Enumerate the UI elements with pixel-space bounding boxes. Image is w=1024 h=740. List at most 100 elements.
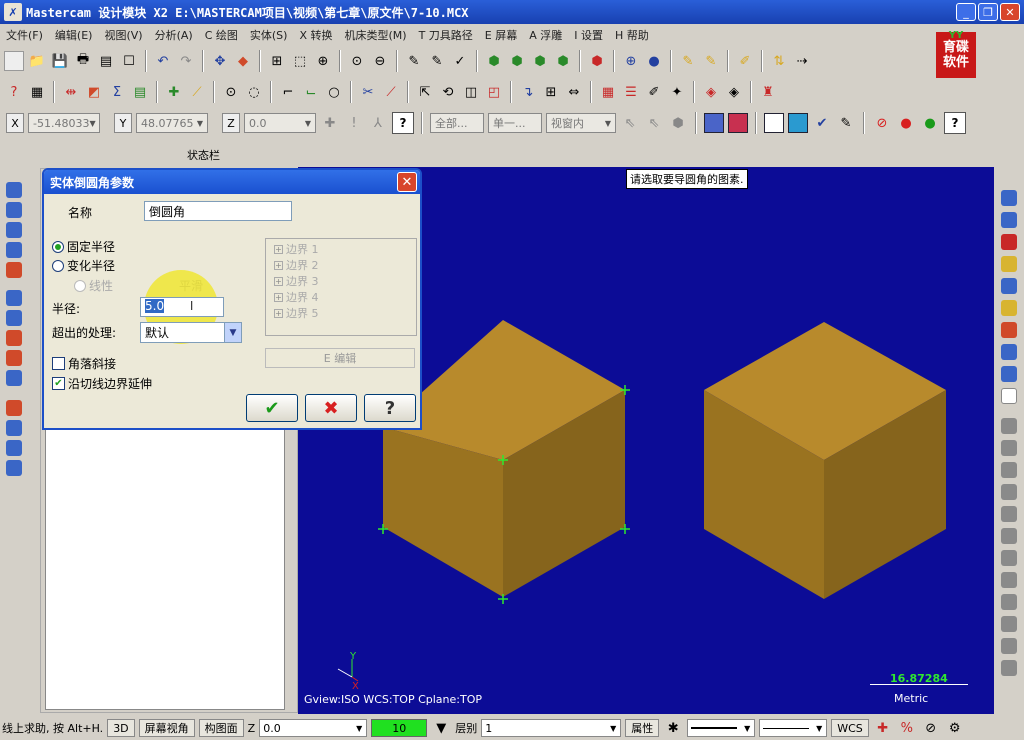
mru-gray-8-icon[interactable] <box>1001 572 1017 588</box>
solid-edge-icon[interactable] <box>764 113 784 133</box>
menu-create[interactable]: C 绘图 <box>199 27 244 43</box>
mru-revolve-icon[interactable] <box>1001 212 1017 228</box>
overflow-select[interactable]: 默认 ▼ <box>140 322 242 343</box>
line-icon[interactable]: ⟋ <box>187 82 207 102</box>
view-tool-icon[interactable]: ✓ <box>450 51 470 71</box>
save-icon[interactable]: 💾 <box>50 51 70 71</box>
mru-gray-11-icon[interactable] <box>1001 638 1017 654</box>
print-icon[interactable]: 🖶 <box>73 51 93 71</box>
solid-select-icon[interactable] <box>704 113 724 133</box>
break-icon[interactable]: ⟋ <box>381 82 401 102</box>
circle-icon[interactable]: ⊙ <box>221 82 241 102</box>
mru-page-icon[interactable] <box>1001 388 1017 404</box>
check-select-icon[interactable]: ✔ <box>812 113 832 133</box>
cplane-icon[interactable]: ⬢ <box>587 51 607 71</box>
mru-gray-9-icon[interactable] <box>1001 594 1017 610</box>
y-coordinate-input[interactable]: 48.07765 ▼ <box>136 113 208 133</box>
globe-icon[interactable]: ⊕ <box>621 51 641 71</box>
extrude-icon[interactable] <box>6 182 22 198</box>
mru-gray-4-icon[interactable] <box>1001 484 1017 500</box>
select-cube-icon[interactable]: ⬢ <box>668 113 688 133</box>
cube-right[interactable] <box>704 322 946 599</box>
sum-icon[interactable]: Σ <box>107 82 127 102</box>
menu-screen[interactable]: E 屏幕 <box>479 27 523 43</box>
selection-help-icon[interactable]: ? <box>944 112 966 134</box>
mru-solid-icon[interactable] <box>1001 190 1017 206</box>
view-mode-select[interactable]: 视窗内 ▼ <box>546 113 616 133</box>
mru-grid-icon[interactable] <box>1001 322 1017 338</box>
fast-point-icon[interactable]: ✚ <box>320 113 340 133</box>
side-view-icon[interactable]: ⬢ <box>553 51 573 71</box>
offset-icon[interactable]: ↴ <box>518 82 538 102</box>
grid-icon[interactable]: ▦ <box>27 82 47 102</box>
pan-icon[interactable]: ✥ <box>210 51 230 71</box>
boolean-cut-icon[interactable] <box>6 400 22 416</box>
list-icon[interactable]: ☰ <box>621 82 641 102</box>
radio-fixed-radius[interactable]: 固定半径 <box>52 238 115 255</box>
sphere-icon[interactable]: ● <box>644 51 664 71</box>
menu-file[interactable]: 文件(F) <box>0 27 49 43</box>
select-cursor-icon[interactable]: ⇖ <box>644 113 664 133</box>
menu-solids[interactable]: 实体(S) <box>244 27 294 43</box>
menu-art[interactable]: A 浮雕 <box>523 27 568 43</box>
trim-solid-icon[interactable] <box>6 330 22 346</box>
redo-icon[interactable]: ↷ <box>176 51 196 71</box>
trim-icon[interactable]: ✂ <box>358 82 378 102</box>
exclamation-icon[interactable]: ! <box>344 113 364 133</box>
menu-settings[interactable]: I 设置 <box>568 27 609 43</box>
chamfer-solid-icon[interactable] <box>6 290 22 306</box>
mask-icon[interactable]: % <box>897 719 917 737</box>
mru-layout-icon[interactable] <box>1001 278 1017 294</box>
menu-analyze[interactable]: 分析(A) <box>149 27 199 43</box>
file-properties-icon[interactable]: ☐ <box>119 51 139 71</box>
restore-button[interactable]: ❐ <box>978 3 998 21</box>
3d-button[interactable]: 3D <box>107 719 135 737</box>
rotate-icon[interactable]: ⟲ <box>438 82 458 102</box>
plane-button[interactable]: 构图面 <box>198 719 244 737</box>
tree-node[interactable]: + 边界 2 <box>274 257 408 273</box>
stretch-icon[interactable]: ⇔ <box>564 82 584 102</box>
front-view-icon[interactable]: ⬢ <box>530 51 550 71</box>
tree-node[interactable]: + 边界 3 <box>274 273 408 289</box>
pencil-icon[interactable]: ✎ <box>678 51 698 71</box>
screen-view-button[interactable]: 屏幕视角 <box>138 719 195 737</box>
tree-node[interactable]: + 边界 4 <box>274 289 408 305</box>
boolean-common-icon[interactable] <box>6 420 22 436</box>
mru-gray-7-icon[interactable] <box>1001 550 1017 566</box>
clear-icon[interactable]: ⊘ <box>921 719 941 737</box>
dimension-icon[interactable]: ✦ <box>667 82 687 102</box>
scale-icon[interactable]: ◰ <box>484 82 504 102</box>
close-button[interactable]: ✕ <box>1000 3 1020 21</box>
note-icon[interactable]: ✐ <box>644 82 664 102</box>
cancel-button[interactable]: ✖ <box>305 394 357 422</box>
stop-icon[interactable]: ⊘ <box>872 113 892 133</box>
brush-icon[interactable]: ✐ <box>735 51 755 71</box>
minimize-button[interactable]: _ <box>956 3 976 21</box>
arrow-tool-icon[interactable]: ⇅ <box>769 51 789 71</box>
zoom-window-icon[interactable]: ⬚ <box>290 51 310 71</box>
all-button[interactable]: 全部... <box>430 113 484 133</box>
chamfer-icon[interactable]: ⌙ <box>301 82 321 102</box>
pencil-multi-icon[interactable]: ✎ <box>701 51 721 71</box>
solid-manager-icon[interactable] <box>6 460 22 476</box>
sweep-icon[interactable] <box>6 222 22 238</box>
mru-save-icon[interactable] <box>1001 344 1017 360</box>
color-button[interactable]: 10 <box>371 719 428 737</box>
menu-machine-type[interactable]: 机床类型(M) <box>339 27 413 43</box>
analyze-icon[interactable]: ? <box>4 82 24 102</box>
mirror-icon[interactable]: ◫ <box>461 82 481 102</box>
mru-open-icon[interactable] <box>1001 300 1017 316</box>
mru-gray-5-icon[interactable] <box>1001 506 1017 522</box>
fit-icon[interactable]: ⊞ <box>267 51 287 71</box>
menu-help[interactable]: H 帮助 <box>609 27 655 43</box>
open-folder-icon[interactable]: 📁 <box>27 51 47 71</box>
shade-icon[interactable]: ◩ <box>84 82 104 102</box>
point-icon[interactable]: ✚ <box>164 82 184 102</box>
gear-icon[interactable]: ⚙ <box>945 719 965 737</box>
zoom-target-icon[interactable]: ⊙ <box>347 51 367 71</box>
undo-icon[interactable]: ↶ <box>153 51 173 71</box>
wcs-button[interactable]: WCS <box>831 719 869 737</box>
radius-input[interactable]: 5.0 I <box>140 297 224 317</box>
surface-icon[interactable]: ◈ <box>724 82 744 102</box>
boundary-tree[interactable]: + 边界 1 + 边界 2 + 边界 3 + 边界 4 + 边界 5 <box>265 238 417 336</box>
